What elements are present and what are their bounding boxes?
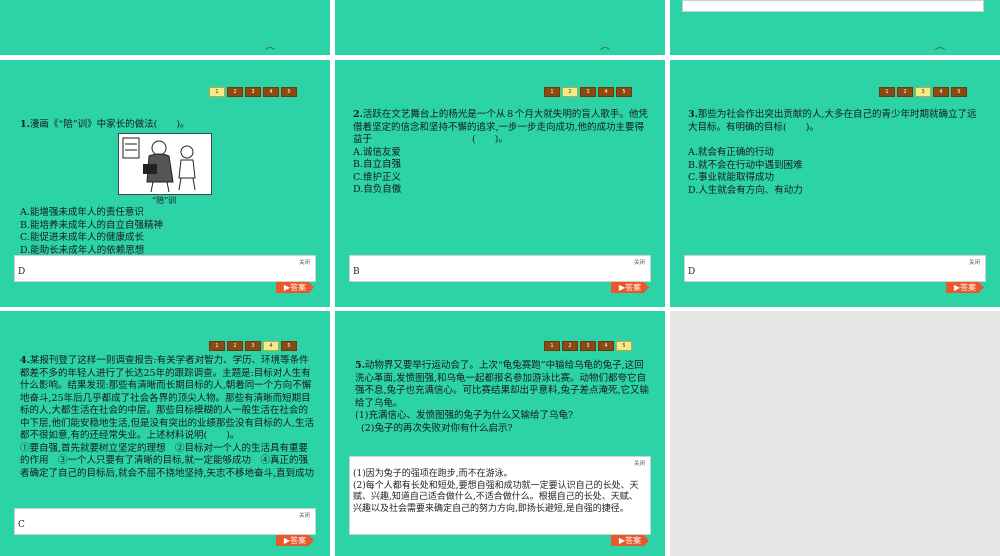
question-stem: 那些为社会作出突出贡献的人,大多在自己的青少年时期就确立了远大目标。有明确的目标… — [688, 109, 977, 133]
answer-part-2: (2)每个人都有长处和短处,要想自强和成功就一定要认识自己的长处、天赋、兴趣,知… — [353, 480, 639, 514]
answer-box-top — [682, 0, 984, 12]
nav-2[interactable]: 2 — [562, 87, 578, 97]
nav-1[interactable]: 1 — [209, 87, 225, 97]
nav-2[interactable]: 2 — [562, 341, 578, 351]
option-c[interactable]: C.事业就能取得成功 — [688, 172, 984, 185]
question-2: 2.活跃在文艺舞台上的杨光是一个从８个月大就失明的盲人歌手。他凭借着坚定的信念和… — [353, 109, 649, 197]
nav-1[interactable]: 1 — [209, 341, 225, 351]
answer-text: D — [18, 267, 26, 277]
question-4: 4.某报刊登了这样一则调查报告:有关学者对智力、学历、环境等条件都差不多的年轻人… — [20, 355, 316, 510]
answer-text: B — [353, 267, 360, 277]
option-b[interactable]: B.能培养未成年人的自立自强精神 — [20, 220, 320, 233]
answer-button[interactable]: ▶答案 — [611, 282, 649, 293]
nav-3[interactable]: 3 — [580, 87, 596, 97]
close-button[interactable]: 关闭 — [634, 258, 645, 266]
question-nav: 1 2 3 4 5 — [209, 341, 297, 351]
answer-box: 关闭 D — [684, 255, 986, 282]
close-button[interactable]: 关闭 — [634, 459, 645, 467]
answer-button[interactable]: ▶答案 — [276, 282, 314, 293]
question-3: 3.那些为社会作出突出贡献的人,大多在自己的青少年时期就确立了远大目标。有明确的… — [688, 109, 984, 134]
nav-1[interactable]: 1 — [879, 87, 895, 97]
question-nav: 1 2 3 4 5 — [209, 87, 297, 97]
nav-4[interactable]: 4 — [263, 87, 279, 97]
slide-q1: 1 2 3 4 5 1.漫画《“陪”训》中家长的做法( )。 “陪”训 A.能增… — [0, 60, 330, 307]
slide-q2: 1 2 3 4 5 2.活跃在文艺舞台上的杨光是一个从８个月大就失明的盲人歌手。… — [335, 60, 665, 307]
nav-5[interactable]: 5 — [616, 87, 632, 97]
option-b[interactable]: B.自立自强 — [353, 159, 649, 172]
slide-top-3: ⌒ — [670, 0, 1000, 55]
answer-box: 关闭 (1)因为兔子的强项在跑步,而不在游泳。 (2)每个人都有长处和短处,要想… — [349, 456, 651, 535]
cartoon-caption: “陪”训 — [152, 196, 177, 205]
slide-q5: 1 2 3 4 5 5.动物界又要举行运动会了。上次“龟兔赛跑”中输给乌龟的兔子… — [335, 311, 665, 556]
option-d[interactable]: D.自负自傲 — [353, 184, 649, 197]
answer-box: 关闭 D — [14, 255, 316, 282]
nav-3[interactable]: 3 — [245, 341, 261, 351]
answer-text: C — [18, 520, 25, 530]
answer-text: (1)因为兔子的强项在跑步,而不在游泳。 (2)每个人都有长处和短处,要想自强和… — [353, 469, 645, 515]
question-number: 4. — [20, 355, 30, 366]
sub-question-2: (2)兔子的再次失败对你有什么启示? — [361, 422, 513, 434]
close-button[interactable]: 关闭 — [969, 258, 980, 266]
answer-button[interactable]: ▶答案 — [946, 282, 984, 293]
nav-5[interactable]: 5 — [281, 341, 297, 351]
page-mark: ⌒ — [265, 48, 275, 55]
option-a[interactable]: A.能增强未成年人的责任意识 — [20, 207, 320, 220]
nav-3[interactable]: 3 — [580, 341, 596, 351]
answer-box: 关闭 B — [349, 255, 651, 282]
option-d[interactable]: D.人生就会有方向、有动力 — [688, 185, 984, 198]
nav-4[interactable]: 4 — [933, 87, 949, 97]
nav-1[interactable]: 1 — [544, 341, 560, 351]
option-a[interactable]: A.诚信友爱 — [353, 147, 649, 160]
close-button[interactable]: 关闭 — [299, 258, 310, 266]
question-stem: 漫画《“陪”训》中家长的做法( )。 — [29, 119, 190, 130]
option-b[interactable]: B.就不会在行动中遇到困难 — [688, 160, 984, 173]
nav-2[interactable]: 2 — [227, 87, 243, 97]
question-nav: 1 2 3 4 5 — [879, 87, 967, 97]
answer-button[interactable]: ▶答案 — [611, 535, 649, 546]
nav-2[interactable]: 2 — [897, 87, 913, 97]
answer-button[interactable]: ▶答案 — [276, 535, 314, 546]
nav-4[interactable]: 4 — [598, 341, 614, 351]
cartoon-drawing — [122, 137, 196, 193]
question-5: 5.动物界又要举行运动会了。上次“龟兔赛跑”中输给乌龟的兔子,这回洗心革面,发愤… — [355, 360, 651, 435]
nav-2[interactable]: 2 — [227, 341, 243, 351]
page-mark: ⌒ — [935, 48, 945, 55]
question-1: 1.漫画《“陪”训》中家长的做法( )。 — [20, 119, 320, 132]
question-number: 3. — [688, 109, 698, 120]
nav-3[interactable]: 3 — [245, 87, 261, 97]
option-c[interactable]: C.维护正义 — [353, 172, 649, 185]
answer-part-1: (1)因为兔子的强项在跑步,而不在游泳。 — [353, 469, 513, 479]
sub-question-1: (1)充满信心、发愤图强的兔子为什么又输给了乌龟? — [355, 410, 574, 421]
nav-3[interactable]: 3 — [915, 87, 931, 97]
question-paren: ( )。 — [472, 134, 508, 145]
question-number: 2. — [353, 109, 363, 120]
cartoon-image — [118, 133, 212, 195]
nav-1[interactable]: 1 — [544, 87, 560, 97]
option-c[interactable]: C.能促进未成年人的健康成长 — [20, 232, 320, 245]
answer-text: D — [688, 267, 696, 277]
close-button[interactable]: 关闭 — [299, 511, 310, 519]
slide-q3: 1 2 3 4 5 3.那些为社会作出突出贡献的人,大多在自己的青少年时期就确立… — [670, 60, 1000, 307]
nav-5[interactable]: 5 — [951, 87, 967, 97]
slide-top-1: ⌒ — [0, 0, 330, 55]
nav-5[interactable]: 5 — [281, 87, 297, 97]
question-number: 5. — [355, 360, 365, 371]
answer-box: 关闭 C — [14, 508, 316, 535]
question-nav: 1 2 3 4 5 — [544, 87, 632, 97]
nav-4[interactable]: 4 — [598, 87, 614, 97]
options-q3: A.就会有正确的行动 B.就不会在行动中遇到困难 C.事业就能取得成功 D.人生… — [688, 147, 984, 197]
page-mark: ⌒ — [600, 48, 610, 55]
options-q4: ①要自强,首先就要树立坚定的理想 ②目标对一个人的生活具有重要的作用 ③一个人只… — [20, 442, 315, 479]
slide-top-2: ⌒ — [335, 0, 665, 55]
question-stem: 某报刊登了这样一则调查报告:有关学者对智力、学历、环境等条件都差不多的年轻人进行… — [20, 355, 315, 441]
slide-q4: 1 2 3 4 5 4.某报刊登了这样一则调查报告:有关学者对智力、学历、环境等… — [0, 311, 330, 556]
options-q1: A.能增强未成年人的责任意识 B.能培养未成年人的自立自强精神 C.能促进未成年… — [20, 207, 320, 257]
empty-slot — [670, 311, 1000, 556]
question-stem: 动物界又要举行运动会了。上次“龟兔赛跑”中输给乌龟的兔子,这回洗心革面,发愤图强… — [355, 360, 650, 409]
nav-5[interactable]: 5 — [616, 341, 632, 351]
question-number: 1. — [20, 119, 30, 130]
nav-4[interactable]: 4 — [263, 341, 279, 351]
question-nav: 1 2 3 4 5 — [544, 341, 632, 351]
option-a[interactable]: A.就会有正确的行动 — [688, 147, 984, 160]
